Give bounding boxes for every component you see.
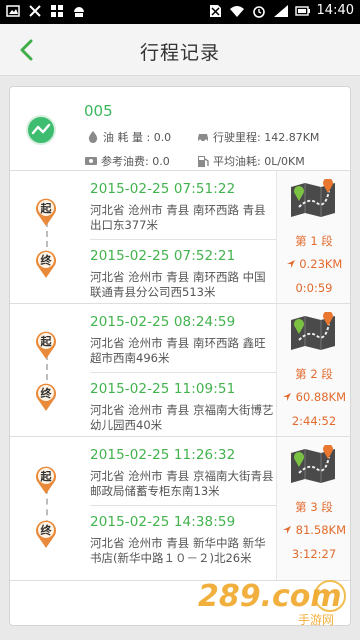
entry-divider xyxy=(90,239,276,240)
segment-label: 第 1 段 xyxy=(295,234,333,248)
segment-distance: 0.23KM xyxy=(277,257,350,271)
apps-grid-icon xyxy=(51,5,63,17)
segment-label: 第 3 段 xyxy=(295,500,333,514)
segment-distance: 81.58KM xyxy=(277,523,350,537)
alarm-icon xyxy=(252,5,265,18)
distance-value: 行驶里程: 142.87KM xyxy=(213,131,320,144)
trip-summary: 005 油 耗 量 : 0.0 行驶里程: 142.87KM 参考油费: 0.0… xyxy=(10,87,350,171)
trip-record-card: 005 油 耗 量 : 0.0 行驶里程: 142.87KM 参考油费: 0.0… xyxy=(9,86,351,626)
start-time: 2015-02-25 08:24:59 xyxy=(90,314,236,330)
android-icon xyxy=(74,7,84,17)
end-time: 2015-02-25 14:38:59 xyxy=(90,514,236,530)
segment-summary: 第 3 段 81.58KM 3:12:27 xyxy=(276,437,350,580)
fuel-consumption-stat: 油 耗 量 : 0.0 xyxy=(86,129,171,145)
page-title: 行程记录 xyxy=(139,42,220,64)
trip-segment-1[interactable]: 起 终 2015-02-25 07:51:22 河北省 沧州市 青县 南环西路 … xyxy=(10,171,350,304)
start-marker: 起 xyxy=(34,197,58,227)
oil-drop-icon xyxy=(88,131,98,143)
segment-distance-value: 81.58KM xyxy=(295,523,347,537)
start-address: 河北省 沧州市 青县 南环西路 青县出口东377米 xyxy=(90,203,266,232)
reference-cost-value: 参考油费: 0.0 xyxy=(101,155,170,168)
end-time: 2015-02-25 07:52:21 xyxy=(90,248,236,264)
entry-divider xyxy=(90,505,276,506)
average-fuel-stat: 平均油耗: 0L/0KM xyxy=(196,153,305,169)
car-icon xyxy=(198,134,208,143)
signal-icon xyxy=(273,4,288,17)
end-address: 河北省 沧州市 青县 南环西路 中国联通青县分公司西513米 xyxy=(90,270,266,299)
clock-time: 14:40 xyxy=(316,3,354,18)
fuel-consumption-value: 油 耗 量 : 0.0 xyxy=(103,131,172,144)
segment-summary: 第 1 段 0.23KM 0:0:59 xyxy=(276,171,350,303)
no-sim-icon xyxy=(209,4,221,17)
segment-duration: 3:12:27 xyxy=(291,547,337,561)
start-marker: 起 xyxy=(34,465,58,495)
end-marker: 终 xyxy=(34,382,58,412)
trip-segment-3[interactable]: 起 终 2015-02-25 11:26:32 河北省 沧州市 青县 京福南大街… xyxy=(10,437,350,581)
segment-summary: 第 2 段 60.88KM 2:44:52 xyxy=(276,304,350,436)
route-map-icon[interactable] xyxy=(289,312,337,352)
trip-segment-2[interactable]: 起 终 2015-02-25 08:24:59 河北省 沧州市 青县 南环西路 … xyxy=(10,304,350,437)
segment-distance: 60.88KM xyxy=(277,390,350,404)
navigation-arrow-icon xyxy=(282,393,291,401)
end-address: 河北省 沧州市 青县 新华中路 新华书店(新华中路１０－２)北26米 xyxy=(90,536,266,565)
money-icon xyxy=(85,157,97,165)
end-address: 河北省 沧州市 青县 京福南大街博艺幼儿园西40米 xyxy=(90,403,274,432)
start-marker: 起 xyxy=(34,330,58,360)
image-icon xyxy=(6,5,20,17)
end-marker: 终 xyxy=(34,519,58,549)
end-time: 2015-02-25 11:09:51 xyxy=(90,381,236,397)
trip-start-entry: 2015-02-25 11:26:32 河北省 沧州市 青县 京福南大街青县邮政… xyxy=(90,447,276,499)
trip-end-entry: 2015-02-25 11:09:51 河北省 沧州市 青县 京福南大街博艺幼儿… xyxy=(90,381,276,433)
trip-start-entry: 2015-02-25 07:51:22 河北省 沧州市 青县 南环西路 青县出口… xyxy=(90,181,276,233)
reference-cost-stat: 参考油费: 0.0 xyxy=(84,153,170,169)
title-bar: 行程记录 xyxy=(0,24,360,76)
average-fuel-value: 平均油耗: 0L/0KM xyxy=(213,155,305,168)
distance-stat: 行驶里程: 142.87KM xyxy=(196,129,319,145)
navigation-arrow-icon xyxy=(282,526,291,534)
segment-duration: 0:0:59 xyxy=(295,281,333,295)
start-address: 河北省 沧州市 青县 南环西路 鑫旺超市西南496米 xyxy=(90,336,266,365)
status-bar: 14:40 xyxy=(0,0,360,24)
start-time: 2015-02-25 11:26:32 xyxy=(90,447,236,463)
trip-end-entry: 2015-02-25 14:38:59 河北省 沧州市 青县 新华中路 新华书店… xyxy=(90,514,276,566)
start-time: 2015-02-25 07:51:22 xyxy=(90,181,236,197)
site-watermark-logo: 289.com 手游网 xyxy=(198,579,346,627)
battery-icon xyxy=(294,5,310,16)
segment-distance-value: 0.23KM xyxy=(299,257,343,271)
trip-start-entry: 2015-02-25 08:24:59 河北省 沧州市 青县 南环西路 鑫旺超市… xyxy=(90,314,276,366)
route-map-icon[interactable] xyxy=(289,445,337,485)
svg-text:手游网: 手游网 xyxy=(298,613,334,627)
fuel-pump-icon xyxy=(198,156,209,167)
route-map-icon[interactable] xyxy=(289,179,337,219)
end-marker: 终 xyxy=(34,249,58,279)
navigation-arrow-icon xyxy=(286,260,295,268)
entry-divider xyxy=(90,372,276,373)
trip-number: 005 xyxy=(84,102,113,120)
segment-label: 第 2 段 xyxy=(295,367,333,381)
segment-duration: 2:44:52 xyxy=(291,414,337,428)
trip-end-entry: 2015-02-25 07:52:21 河北省 沧州市 青县 南环西路 中国联通… xyxy=(90,248,276,300)
start-address: 河北省 沧州市 青县 京福南大街青县邮政局储蓄专柜东南13米 xyxy=(90,469,274,498)
usb-debug-icon xyxy=(29,5,41,17)
segment-distance-value: 60.88KM xyxy=(295,390,347,404)
svg-text:289.com: 289.com xyxy=(198,579,342,614)
wifi-icon xyxy=(229,5,244,17)
trip-trend-icon xyxy=(26,115,56,145)
